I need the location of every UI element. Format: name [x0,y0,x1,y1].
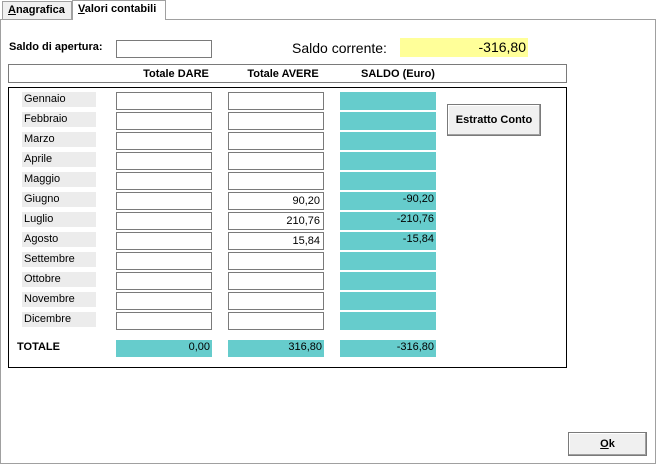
dare-input[interactable] [116,232,212,250]
month-label: Settembre [22,252,96,267]
dare-input[interactable] [116,272,212,290]
ok-button[interactable]: Ok [568,432,647,456]
saldo-cell [340,132,436,150]
saldo-cell: -15,84 [340,232,436,250]
avere-input[interactable] [228,232,324,250]
avere-input[interactable] [228,292,324,310]
tab-valori-label: alori contabili [84,3,157,15]
tab-anagrafica-mnemonic: A [8,4,16,16]
tab-valori-contabili[interactable]: Valori contabili [72,0,166,20]
saldo-cell [340,92,436,110]
avere-input[interactable] [228,132,324,150]
dare-input[interactable] [116,112,212,130]
totale-dare-value: 0,00 [116,340,212,357]
month-label: Ottobre [22,272,96,287]
dare-input[interactable] [116,152,212,170]
saldo-apertura-input[interactable] [116,40,212,58]
estratto-conto-label: Estratto Conto [455,114,533,126]
ok-label: k [608,438,615,450]
month-label: Dicembre [22,312,96,327]
saldo-corrente-value: -316,80 [400,38,528,57]
avere-input[interactable] [228,272,324,290]
totale-label: TOTALE [17,341,60,353]
avere-input[interactable] [228,172,324,190]
saldo-cell [340,112,436,130]
month-label: Maggio [22,172,96,187]
column-header-saldo: SALDO (Euro) [361,68,435,80]
month-label: Marzo [22,132,96,147]
dare-input[interactable] [116,212,212,230]
saldo-cell [340,252,436,270]
totale-avere-value: 316,80 [228,340,324,357]
dare-input[interactable] [116,292,212,310]
dare-input[interactable] [116,312,212,330]
avere-input[interactable] [228,192,324,210]
totale-saldo-value: -316,80 [340,340,436,357]
estratto-conto-button[interactable]: Estratto Conto [447,104,541,136]
tab-valori-mnemonic: V [78,3,85,15]
month-label: Giugno [22,192,96,207]
saldo-corrente-label: Saldo corrente: [292,40,387,56]
tab-strip: Anagrafica Valori contabili [0,0,656,20]
tab-anagrafica-label: nagrafica [15,4,65,16]
month-label: Febbraio [22,112,96,127]
saldo-cell [340,292,436,310]
dare-input[interactable] [116,192,212,210]
saldo-cell: -210,76 [340,212,436,230]
month-label: Aprile [22,152,96,167]
month-label: Novembre [22,292,96,307]
avere-input[interactable] [228,252,324,270]
ok-mnemonic: O [600,438,609,450]
avere-input[interactable] [228,152,324,170]
saldo-apertura-label: Saldo di apertura: [9,41,103,53]
saldo-cell: -90,20 [340,192,436,210]
month-label: Gennaio [22,92,96,107]
avere-input[interactable] [228,92,324,110]
avere-input[interactable] [228,312,324,330]
column-header-avere: Totale AVERE [247,68,319,80]
column-header-dare: Totale DARE [143,68,209,80]
saldo-cell [340,152,436,170]
tab-anagrafica[interactable]: Anagrafica [2,1,72,20]
avere-input[interactable] [228,212,324,230]
avere-input[interactable] [228,112,324,130]
saldo-cell [340,312,436,330]
month-label: Luglio [22,212,96,227]
panel-border-left [0,19,1,464]
month-label: Agosto [22,232,96,247]
saldo-cell [340,172,436,190]
dare-input[interactable] [116,172,212,190]
dare-input[interactable] [116,252,212,270]
dare-input[interactable] [116,132,212,150]
saldo-cell [340,272,436,290]
dare-input[interactable] [116,92,212,110]
